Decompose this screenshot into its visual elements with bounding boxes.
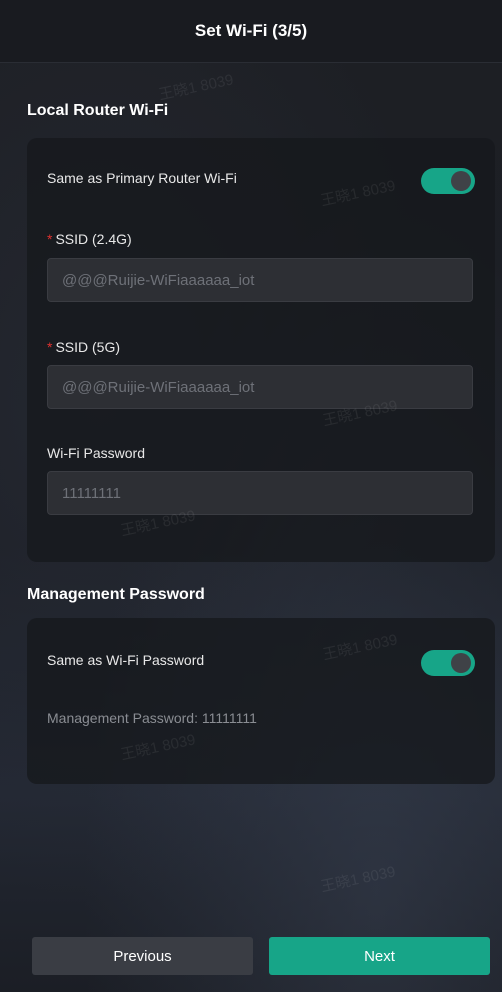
wifi-password-label: Wi-Fi Password <box>47 445 146 461</box>
page-header: Set Wi-Fi (3/5) <box>0 0 502 63</box>
required-marker: * <box>47 231 53 247</box>
same-as-primary-toggle[interactable] <box>421 168 475 194</box>
local-router-wifi-card: Same as Primary Router Wi-Fi * SSID (2.4G… <box>27 138 495 562</box>
management-password-card: Same as Wi-Fi Password Management Passwo… <box>27 618 495 784</box>
ssid-5g-label: * SSID (5G) <box>47 339 120 355</box>
watermark: 王晓1 8039 <box>157 71 236 104</box>
local-router-wifi-heading: Local Router Wi-Fi <box>27 102 169 119</box>
previous-button[interactable]: Previous <box>32 937 253 975</box>
wifi-password-input[interactable]: 11111111 <box>47 471 473 515</box>
page-title: Set Wi-Fi (3/5) <box>194 21 308 40</box>
same-as-wifi-toggle[interactable] <box>421 650 475 676</box>
management-password-heading: Management Password <box>27 586 205 603</box>
ssid-24g-label-text: SSID (2.4G) <box>55 231 132 247</box>
ssid-5g-label-text: SSID (5G) <box>55 339 121 355</box>
required-marker: * <box>47 339 53 355</box>
same-as-wifi-label: Same as Wi-Fi Password <box>47 652 205 668</box>
ssid-5g-input[interactable]: @@@Ruijie-WiFiaaaaaa_iot <box>47 365 473 409</box>
same-as-primary-label: Same as Primary Router Wi-Fi <box>47 170 237 186</box>
ssid-24g-label: * SSID (2.4G) <box>47 231 132 247</box>
footer-bar: Previous Next <box>0 922 502 992</box>
toggle-knob <box>451 653 471 673</box>
ssid-24g-input[interactable]: @@@Ruijie-WiFiaaaaaa_iot <box>47 258 473 302</box>
management-password-text: Management Password: 11111111 <box>47 710 257 726</box>
next-button[interactable]: Next <box>269 937 490 975</box>
toggle-knob <box>451 171 471 191</box>
watermark: 王晓1 8039 <box>319 863 398 896</box>
